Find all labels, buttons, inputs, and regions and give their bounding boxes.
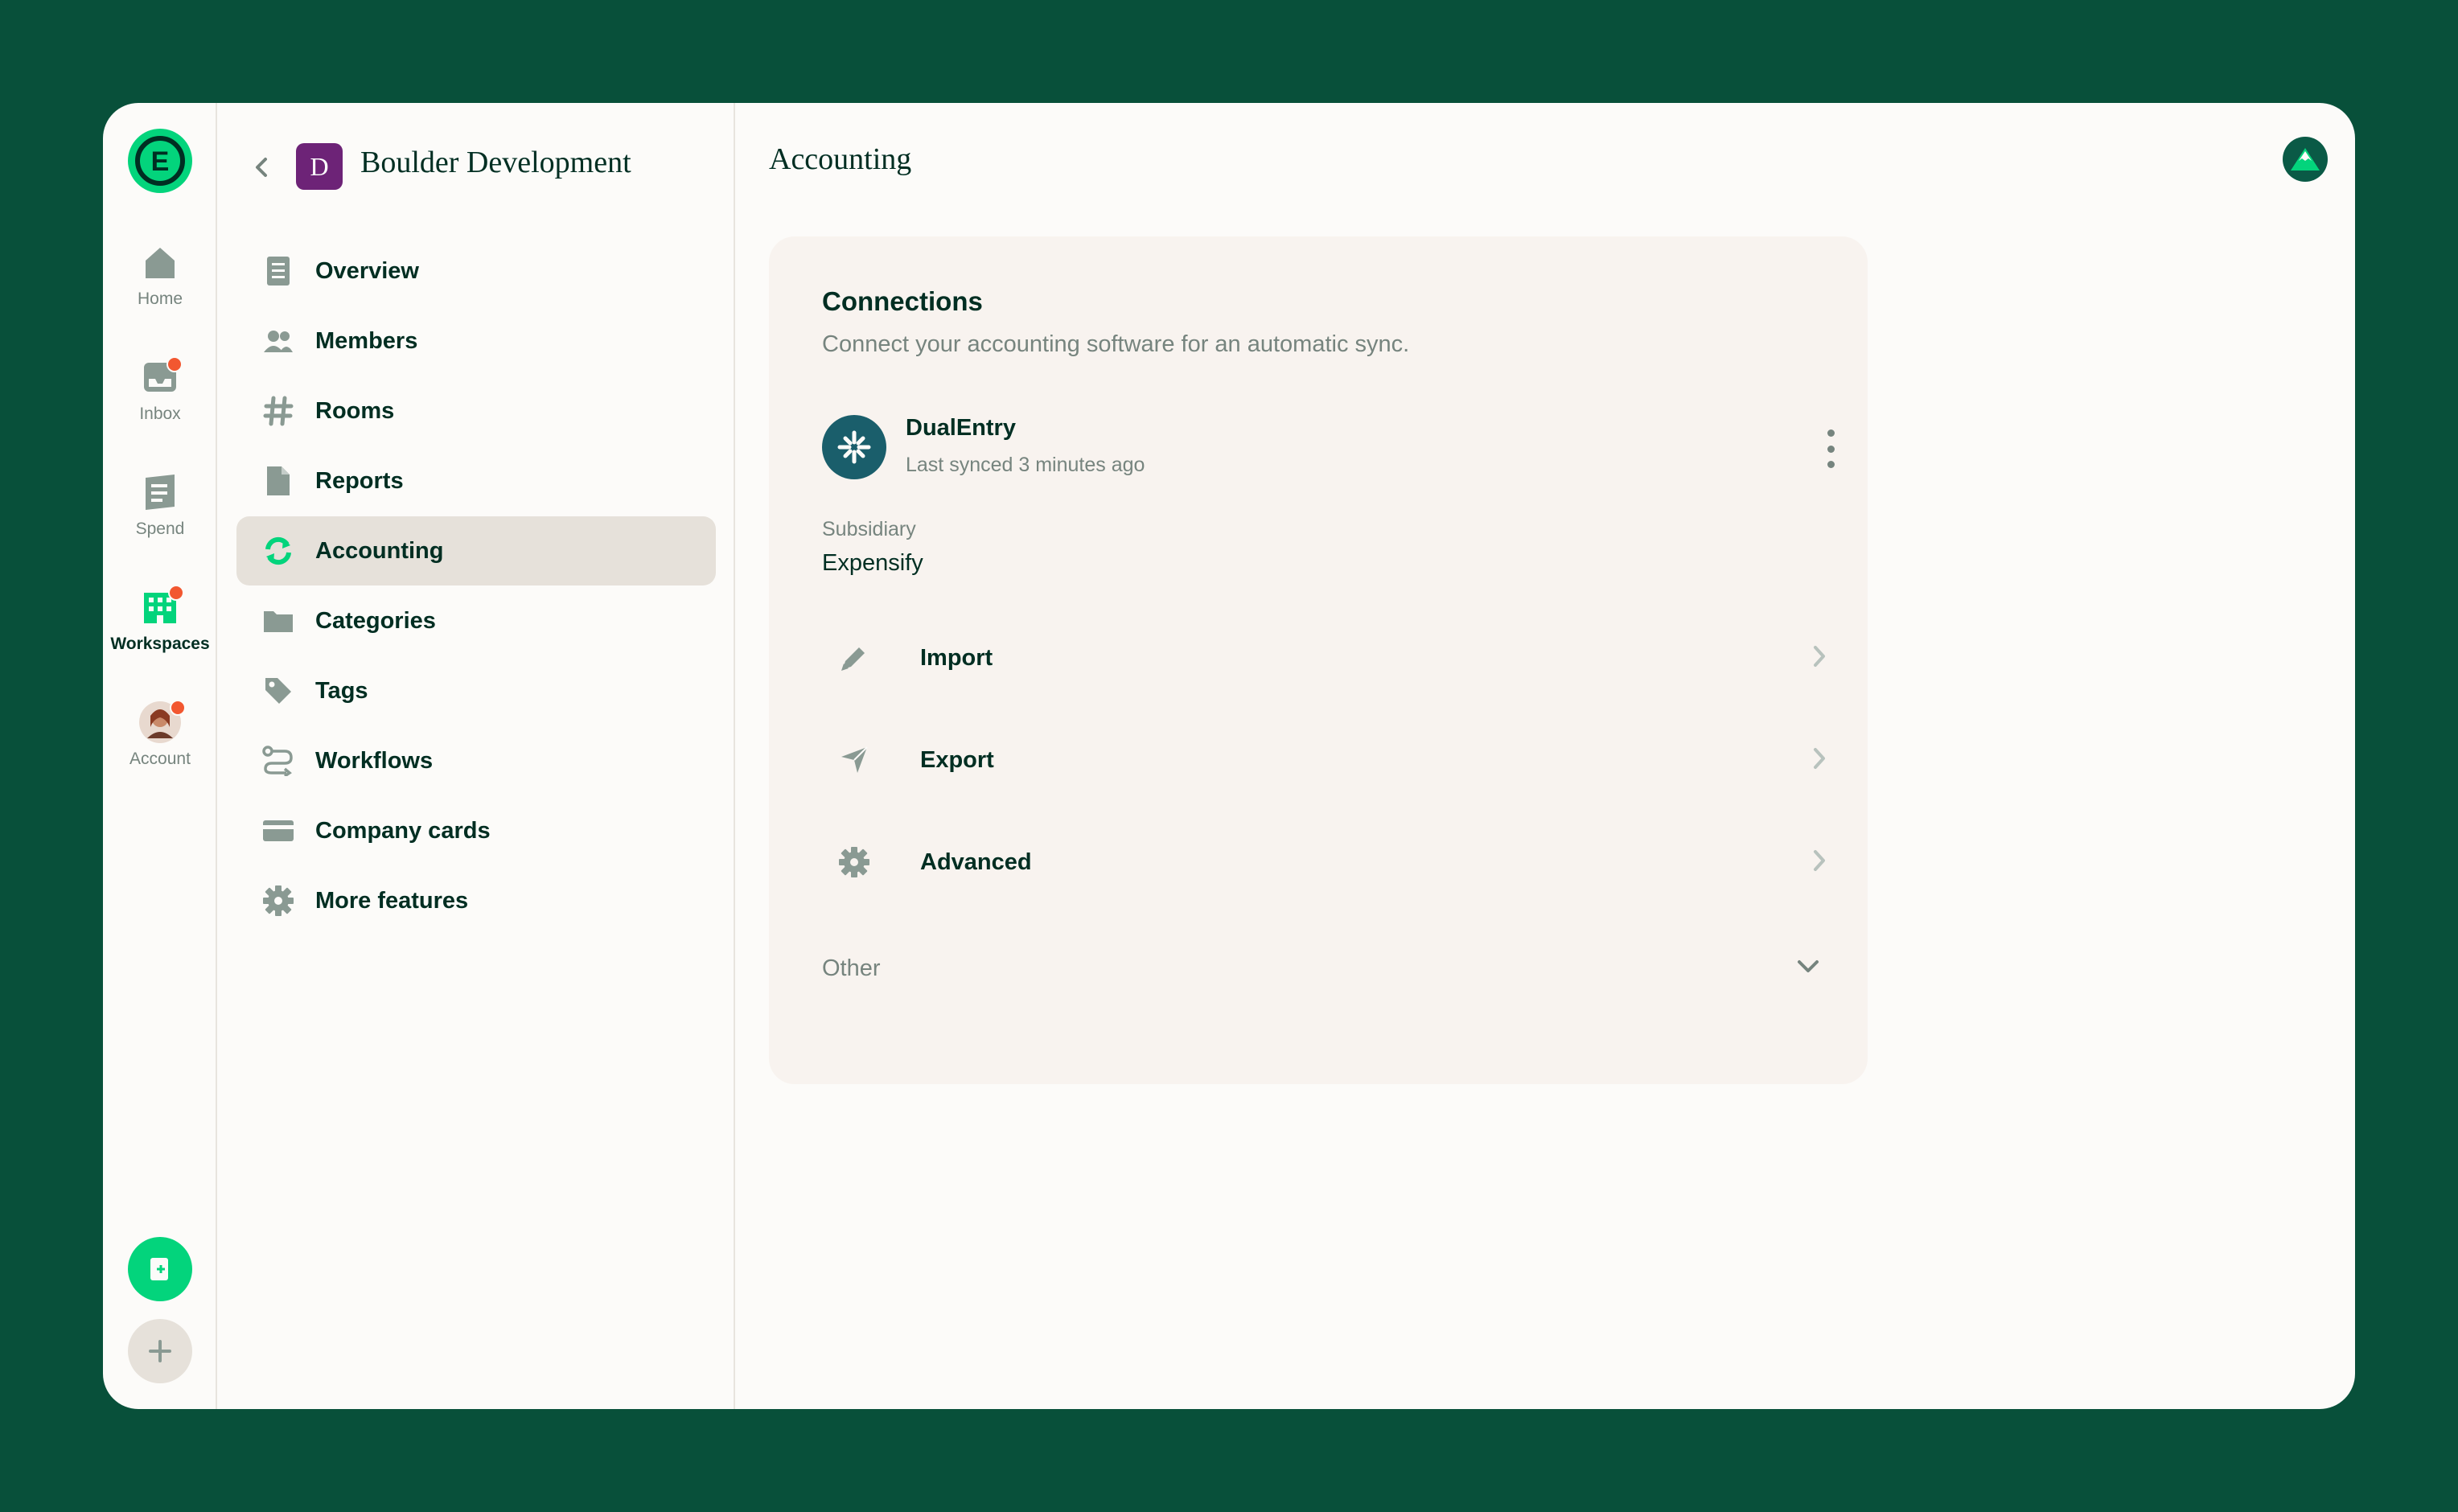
subsidiary-label: Subsidiary: [822, 518, 916, 540]
new-expense-button[interactable]: [128, 1237, 192, 1301]
kebab-dot: [1827, 445, 1835, 453]
export-label: Export: [920, 746, 994, 773]
sidebar-item-accounting[interactable]: Accounting: [236, 516, 716, 585]
building-icon: [138, 585, 184, 630]
kebab-dot: [1827, 461, 1835, 468]
mountain-icon: [2291, 148, 2320, 171]
nav-spend-label: Spend: [135, 520, 185, 538]
avatar: [138, 700, 186, 745]
advanced-label: Advanced: [920, 848, 1032, 875]
export-row[interactable]: Export: [801, 717, 1839, 803]
nav-spend[interactable]: Spend: [103, 470, 217, 539]
sidebar-item-tags[interactable]: Tags: [236, 656, 716, 725]
folder-icon: [262, 605, 294, 637]
connections-subtitle: Connect your accounting software for an …: [822, 331, 1410, 357]
subsidiary-value[interactable]: Expensify: [822, 550, 923, 577]
back-button[interactable]: [251, 154, 273, 184]
kebab-dot: [1827, 429, 1835, 437]
nav-account[interactable]: Account: [103, 700, 217, 769]
chevron-right-icon: [1811, 746, 1827, 775]
sidebar-item-label: More features: [315, 887, 469, 914]
import-row[interactable]: Import: [801, 614, 1839, 701]
nav-workspaces[interactable]: Workspaces: [103, 585, 217, 654]
sync-icon: [262, 535, 294, 567]
inbox-badge: [166, 356, 183, 372]
workspace-avatar: D: [296, 143, 343, 190]
sidebar-item-categories[interactable]: Categories: [236, 586, 716, 655]
workspace-name: Boulder Development: [360, 146, 631, 179]
other-section-toggle[interactable]: Other: [822, 944, 1821, 992]
expensify-logo[interactable]: E: [128, 129, 192, 193]
chevron-down-icon: [1795, 959, 1821, 979]
users-icon: [262, 325, 294, 357]
sidebar-item-members[interactable]: Members: [236, 306, 716, 376]
sidebar-item-overview[interactable]: Overview: [236, 236, 716, 306]
inbox-icon: [138, 355, 183, 400]
pencil-icon: [836, 640, 872, 676]
sidebar-item-label: Reports: [315, 467, 404, 494]
document-icon: [262, 255, 294, 287]
account-badge: [170, 700, 186, 716]
nav-home[interactable]: Home: [103, 240, 217, 309]
sidebar-item-rooms[interactable]: Rooms: [236, 376, 716, 446]
sidebar-item-reports[interactable]: Reports: [236, 446, 716, 516]
hashtag-icon: [262, 395, 294, 427]
sidebar-item-company-cards[interactable]: Company cards: [236, 796, 716, 865]
sidebar-item-label: Overview: [315, 257, 419, 284]
workspace-header: D Boulder Development: [217, 135, 735, 199]
gear-icon: [836, 844, 872, 880]
nav-inbox-label: Inbox: [139, 405, 181, 423]
chevron-right-icon: [1811, 848, 1827, 877]
home-icon: [138, 240, 183, 285]
credit-card-icon: [262, 815, 294, 847]
file-icon: [262, 465, 294, 497]
add-button[interactable]: [128, 1319, 192, 1383]
send-icon: [836, 742, 872, 778]
sidebar-item-workflows[interactable]: Workflows: [236, 726, 716, 795]
gear-icon: [262, 885, 294, 917]
nav-inbox[interactable]: Inbox: [103, 355, 217, 424]
sidebar-item-label: Categories: [315, 607, 436, 634]
workspace-sidebar: D Boulder Development Overview Members R…: [217, 103, 735, 1409]
sidebar-item-label: Workflows: [315, 747, 434, 774]
more-options-button[interactable]: [1821, 429, 1840, 468]
nav-workspaces-label: Workspaces: [110, 635, 210, 653]
logo-letter: E: [151, 146, 170, 177]
chevron-right-icon: [1811, 643, 1827, 673]
page-title: Accounting: [769, 142, 912, 176]
dualentry-logo: [822, 415, 886, 479]
workspaces-badge: [168, 585, 184, 601]
workflow-icon: [262, 745, 294, 777]
sidebar-item-label: Tags: [315, 677, 368, 704]
sidebar-item-label: Accounting: [315, 537, 444, 564]
receipt-icon: [138, 470, 183, 515]
nav-account-label: Account: [129, 750, 191, 768]
chevron-left-icon: [256, 158, 267, 177]
tag-icon: [262, 675, 294, 707]
workspace-switcher-avatar[interactable]: [2283, 137, 2328, 182]
sidebar-item-more-features[interactable]: More features: [236, 866, 716, 935]
nav-home-label: Home: [137, 290, 183, 308]
connections-card: Connections Connect your accounting soft…: [769, 236, 1868, 1084]
connections-title: Connections: [822, 286, 983, 316]
main-content: Accounting Connections Connect your acco…: [735, 103, 2355, 1409]
sidebar-item-label: Members: [315, 327, 418, 354]
plus-icon: [149, 1340, 171, 1362]
advanced-row[interactable]: Advanced: [801, 819, 1839, 906]
nav-rail: E Home Inbox Spend Workspaces Account: [103, 103, 217, 1409]
import-label: Import: [920, 644, 993, 671]
integration-name: DualEntry: [906, 415, 1016, 441]
receipt-plus-icon: [150, 1258, 168, 1280]
integration-sync-status: Last synced 3 minutes ago: [906, 454, 1145, 476]
sidebar-item-label: Rooms: [315, 397, 395, 424]
sidebar-item-label: Company cards: [315, 817, 491, 844]
app-window: E Home Inbox Spend Workspaces Account D …: [103, 103, 2355, 1409]
other-label: Other: [822, 955, 881, 981]
